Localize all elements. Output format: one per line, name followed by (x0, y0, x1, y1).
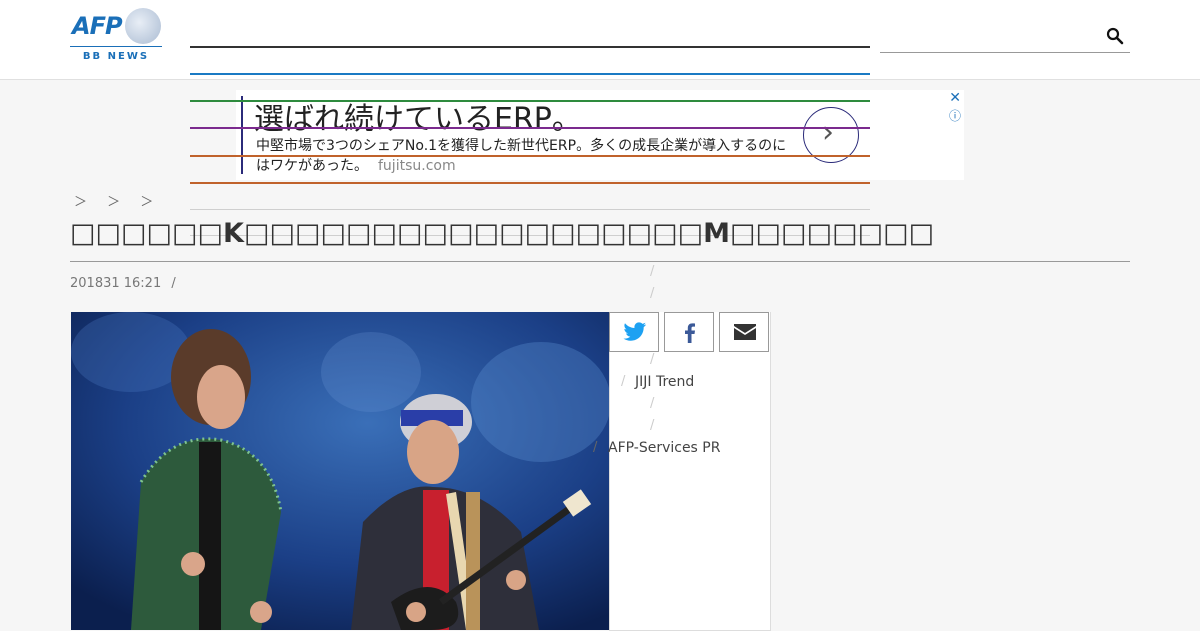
sidebar-separator: / (650, 418, 655, 433)
title-divider (70, 261, 1130, 262)
concert-photo-illustration (71, 312, 610, 630)
ad-close-icon[interactable]: ✕ (949, 90, 961, 106)
nav-line-6[interactable] (190, 182, 870, 184)
logo-rule (70, 46, 162, 47)
sidebar-separator: / (650, 264, 655, 279)
article-photo[interactable] (71, 312, 610, 630)
logo-afp-text: AFP (72, 12, 123, 40)
article-title: □□□□□□K□□□□□□□□□□□□□□□□□□M□□□□□□□□ (70, 218, 935, 249)
email-share-button[interactable] (719, 312, 769, 352)
search-input[interactable] (880, 22, 1104, 52)
site-header: AFP BB NEWS (0, 0, 1200, 80)
search-box (880, 22, 1130, 53)
nav-line-5[interactable] (190, 155, 870, 157)
breadcrumb[interactable]: ＞ ＞ ＞ (74, 191, 161, 210)
article-meta: 201831 16:21 / (70, 276, 176, 291)
twitter-icon (623, 322, 646, 341)
logo-bbnews-text: BB NEWS (82, 51, 150, 62)
sidebar-separator: / (593, 440, 598, 455)
nav-line-2[interactable] (190, 73, 870, 75)
nav-line-4[interactable] (190, 127, 870, 129)
sidebar-link-jiji-trend[interactable]: JIJI Trend (635, 374, 694, 390)
ad-info-icon[interactable]: ⓘ (949, 107, 961, 124)
chevron-right-icon: › (822, 115, 834, 150)
nav-divider-1 (190, 209, 870, 210)
ad-domain: fujitsu.com (378, 158, 456, 174)
sidebar-separator: / (621, 374, 626, 389)
share-sidebar-panel (609, 312, 771, 631)
twitter-share-button[interactable] (609, 312, 659, 352)
search-icon[interactable] (1106, 27, 1124, 45)
sidebar-separator: / (650, 352, 655, 367)
advertisement-banner[interactable]: 選ばれ続けているERP。 中堅市場で3つのシェアNo.1を獲得した新世代ERP。… (236, 90, 964, 180)
nav-line-1[interactable] (190, 46, 870, 48)
globe-icon (125, 8, 161, 44)
article-date-separator: / (171, 276, 176, 291)
afp-bb-news-logo[interactable]: AFP BB NEWS (70, 8, 162, 64)
ad-accent-bar (241, 96, 243, 174)
article-date: 201831 16:21 (70, 276, 162, 291)
facebook-icon (685, 323, 695, 343)
sidebar-link-afp-services-pr[interactable]: AFP-Services PR (608, 440, 720, 456)
email-icon (734, 324, 756, 340)
sidebar-separator: / (650, 396, 655, 411)
nav-line-3[interactable] (190, 100, 870, 102)
facebook-share-button[interactable] (664, 312, 714, 352)
sidebar-separator: / (650, 286, 655, 301)
